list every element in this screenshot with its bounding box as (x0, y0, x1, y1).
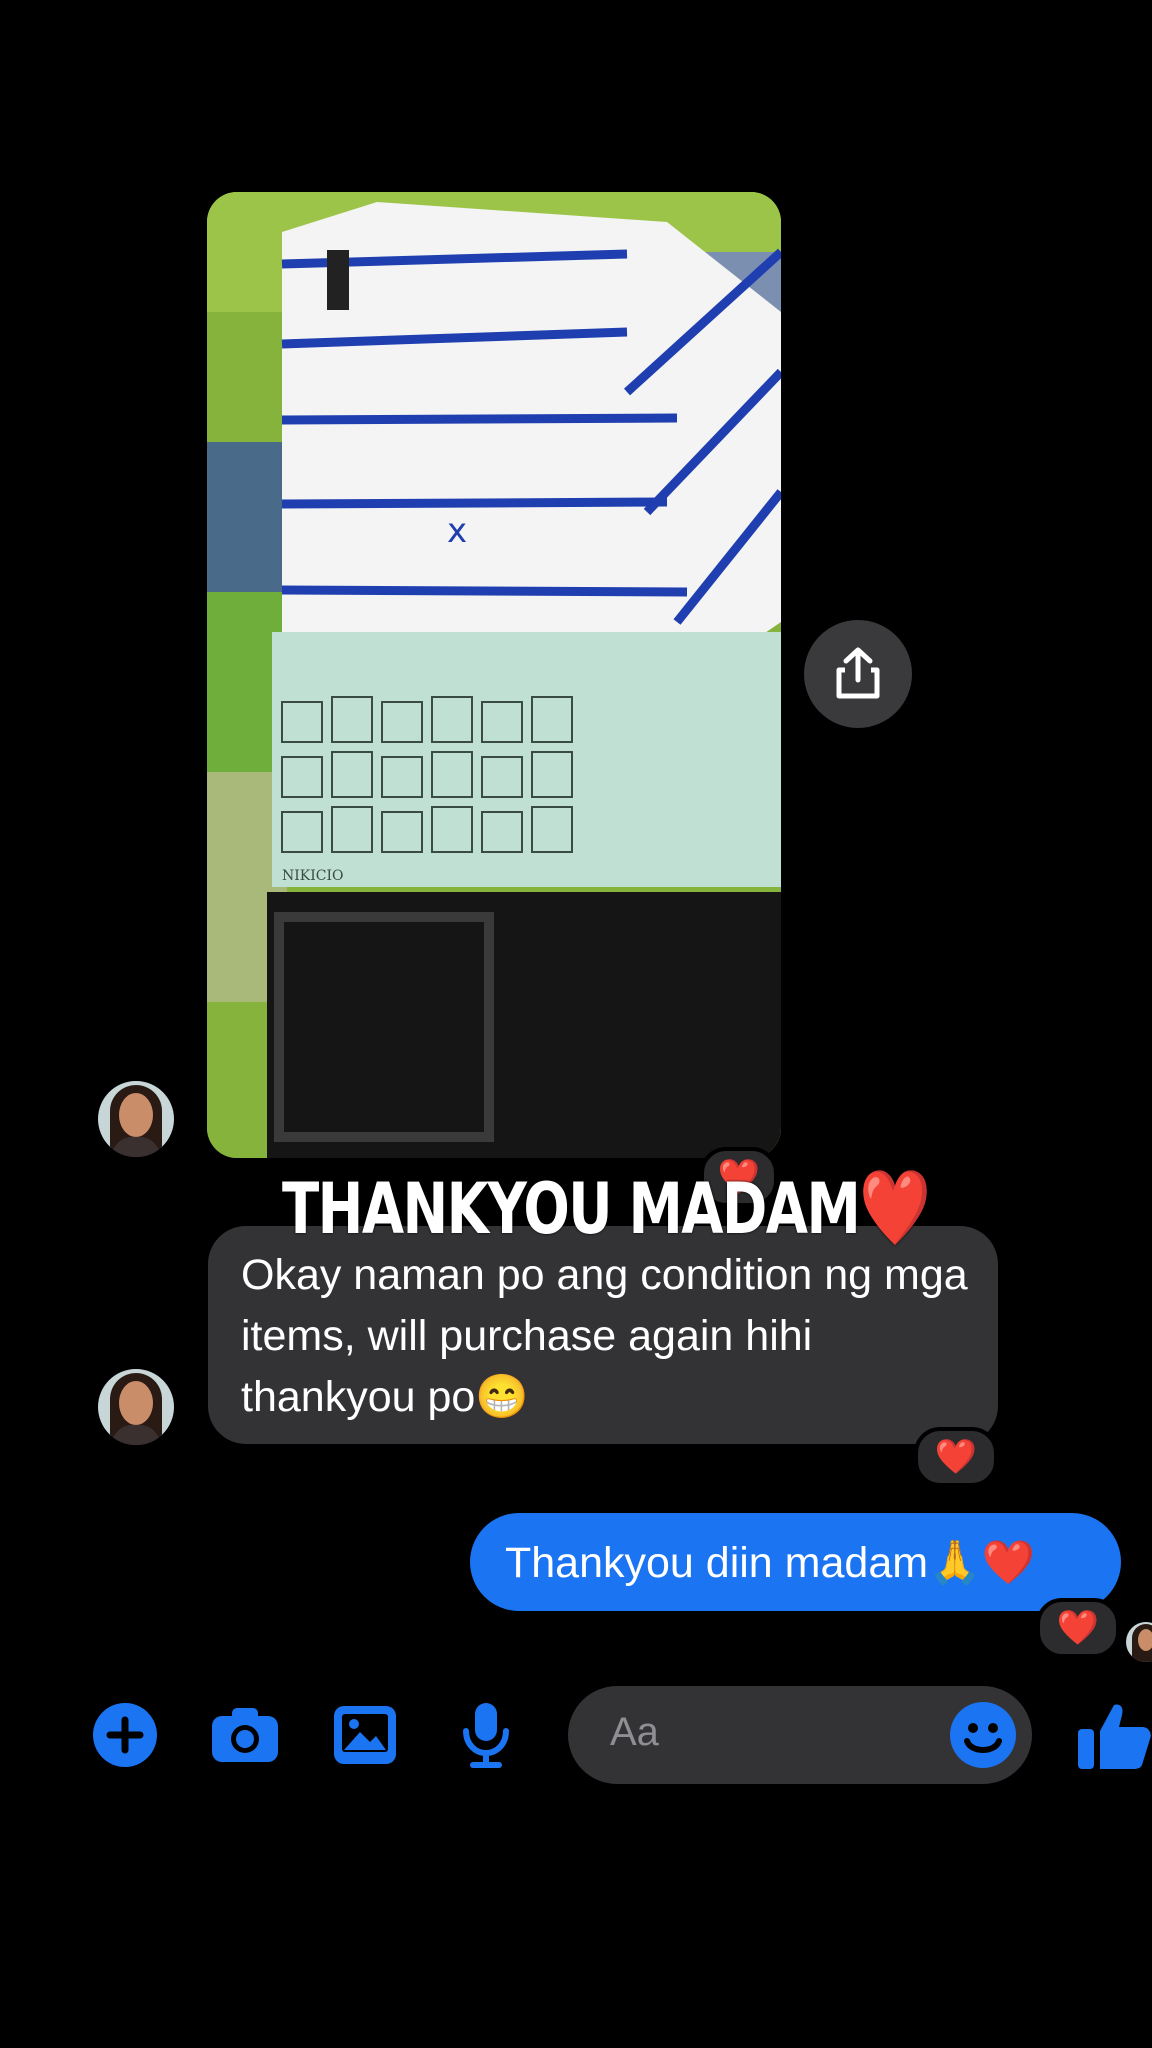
caption-text: THANKYOU MADAM (282, 1168, 861, 1250)
clothes-photo: x NIKICIO (207, 192, 781, 1158)
caption-heart-icon: ❤️ (859, 1165, 931, 1251)
voice-button[interactable] (455, 1700, 517, 1770)
svg-text:x: x (447, 511, 467, 551)
camera-button[interactable] (209, 1700, 281, 1770)
like-button[interactable] (1076, 1700, 1152, 1770)
gallery-icon (334, 1706, 396, 1764)
received-message-reaction[interactable]: ❤️ (914, 1427, 998, 1487)
contact-avatar[interactable] (98, 1369, 174, 1445)
message-input-placeholder: Aa (610, 1710, 659, 1754)
photo-message[interactable]: x NIKICIO (207, 192, 781, 1158)
contact-avatar[interactable] (98, 1081, 174, 1157)
gallery-button[interactable] (330, 1700, 400, 1770)
thumbs-up-icon (1078, 1704, 1151, 1769)
story-caption: THANKYOU MADAM❤️ (282, 1165, 931, 1252)
share-button[interactable] (804, 620, 912, 728)
sent-message-reaction[interactable]: ❤️ (1036, 1598, 1120, 1658)
seen-avatar (1126, 1622, 1152, 1662)
microphone-icon (463, 1703, 509, 1768)
received-message-text: Okay naman po ang condition ng mga items… (241, 1251, 968, 1421)
plus-icon (93, 1703, 157, 1767)
shirt-print-text: NIKICIO (282, 868, 344, 884)
emoji-icon (950, 1702, 1016, 1768)
heart-icon: ❤️ (1056, 1609, 1100, 1647)
emoji-button[interactable] (946, 1700, 1020, 1770)
share-icon (836, 647, 880, 699)
heart-icon: ❤️ (934, 1438, 978, 1476)
camera-icon (212, 1708, 278, 1762)
plus-button[interactable] (90, 1700, 160, 1770)
sent-message-text: Thankyou diin madam🙏❤️ (505, 1539, 1036, 1587)
